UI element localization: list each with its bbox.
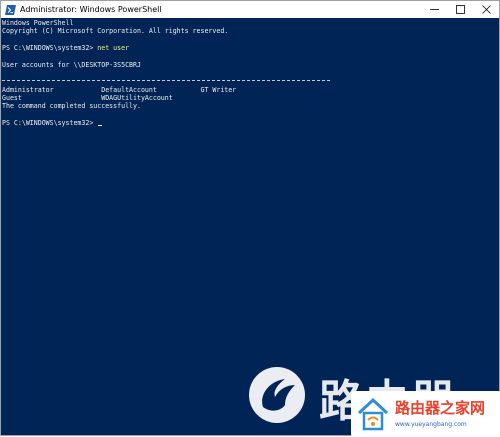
close-button[interactable] bbox=[473, 1, 499, 18]
prompt-text: PS C:\WINDOWS\system32> bbox=[2, 44, 98, 52]
window-title: Administrator: Windows PowerShell bbox=[20, 5, 162, 14]
output-header: User accounts for \\DESKTOP-3S5CBRJ bbox=[2, 61, 141, 69]
close-icon bbox=[481, 5, 491, 14]
maximize-button[interactable] bbox=[447, 1, 473, 18]
watermark-url: www.yueyangbang.com bbox=[395, 421, 467, 428]
completion-message: The command completed successfully. bbox=[2, 102, 141, 110]
current-prompt-line: PS C:\WINDOWS\system32> bbox=[2, 119, 103, 127]
powershell-window: Administrator: Windows PowerShell Window… bbox=[0, 0, 500, 437]
powershell-icon[interactable] bbox=[5, 4, 16, 15]
banner-line: Windows PowerShell bbox=[2, 19, 74, 27]
watermark: 路由器 路由器之家网 www.yueyangbang.com bbox=[247, 357, 500, 437]
maximize-icon bbox=[455, 5, 465, 14]
output-separator bbox=[2, 80, 330, 81]
watermark-brand: 路由器之家网 bbox=[395, 399, 486, 417]
window-controls bbox=[421, 1, 499, 18]
text-cursor bbox=[98, 125, 103, 126]
command-text: net user bbox=[97, 44, 130, 52]
prompt-text: PS C:\WINDOWS\system32> bbox=[2, 119, 98, 127]
minimize-icon bbox=[429, 9, 439, 10]
watermark-badge: 路由器之家网 www.yueyangbang.com bbox=[351, 391, 500, 437]
minimize-button[interactable] bbox=[421, 1, 447, 18]
prompt-line: PS C:\WINDOWS\system32> net user bbox=[2, 44, 129, 52]
house-icon bbox=[357, 397, 389, 431]
watermark-logo-icon bbox=[249, 367, 305, 423]
copyright-line: Copyright (C) Microsoft Corporation. All… bbox=[2, 27, 229, 35]
accounts-row: Guest WDAGUtilityAccount bbox=[2, 94, 173, 102]
accounts-row: Administrator DefaultAccount GT Writer bbox=[2, 86, 237, 94]
title-bar[interactable]: Administrator: Windows PowerShell bbox=[1, 1, 499, 18]
